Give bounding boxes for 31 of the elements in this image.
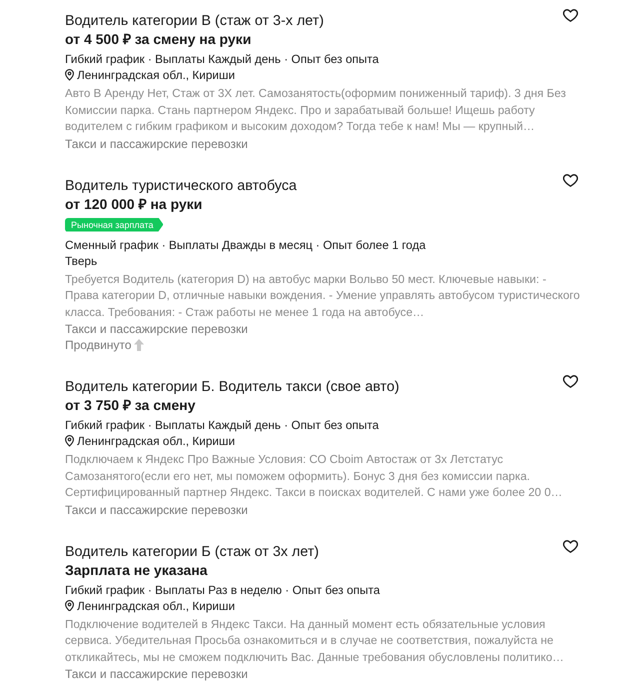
vacancy-description: Подключаем к Яндекс Про Важные Условия: СО Сbоim Автостаж от 3х Летстатус Самозанятого(если его нет, мы поможем оформить). Бонус 3 дня без комиссии парка. Сертифицированный партнер Яндекс. Такси в поисках водителей. С нами уже более 20 0…	[65, 452, 564, 501]
vacancy-description: Требуется Водитель (категория D) на автобус марки Вольво 50 мест. Ключевые навыки: - Права категории D, отличные навыки вождения. - Умение управлять автобусом туристического класса. Требования: - Стаж работы не менее 1 года на автобусе…	[65, 272, 581, 320]
category-text: Такси и пассажирские перевозки	[65, 321, 249, 337]
job-conditions: Гибкий график · Выплаты Каждый день · Опыт без опыта	[65, 51, 380, 67]
salary-text: от 4 500 ₽ за смену на руки	[65, 30, 252, 48]
vacancy-title[interactable]: Водитель туристического автобуса	[65, 176, 297, 194]
vacancy-title[interactable]: Водитель категории Б. Водитель такси (свое авто)	[65, 378, 400, 396]
job-conditions: Сменный график · Выплаты Дважды в месяц · Опыт более 1 года	[65, 236, 427, 252]
job-conditions: Гибкий график · Выплаты Раз в неделю · Опыт без опыта	[65, 582, 381, 598]
location-text: Ленинградская обл., Кириши	[77, 433, 235, 449]
salary-tag: Рыночная зарплата	[65, 218, 164, 232]
location-text: Ленинградская обл., Кириши	[77, 67, 235, 83]
salary-text: Зарплата не указана	[65, 560, 208, 578]
vacancy-description: Авто В Аренду Нет, Стаж от 3Х лет. Самозанятость(оформим пониженный тариф). 3 дня Без Комиссии парка. Стань партнером Яндекс. Про и зарабатывай больше! Ищешь работу водителем с гибким графиком и высоким доходом? Тогда тебе к нам! Мы — крупный…	[65, 86, 567, 135]
vacancy-description: Подключение водителей в Яндекс Такси. На данный момент есть обязательные условия сервиса. Убедительная Просьба ознакомиться и в случае не соответствия, пожалуйста не откликайтесь, мы не сможем подключить Вас. Данные требования обусловлены политико…	[65, 616, 565, 666]
salary-text: от 120 000 ₽ на руки	[65, 194, 204, 212]
vacancy-title[interactable]: Водитель категории Б (стаж от 3х лет)	[65, 542, 319, 560]
category-text: Такси и пассажирские перевозки	[65, 666, 249, 682]
heart-icon[interactable]	[563, 375, 578, 388]
heart-icon[interactable]	[563, 174, 578, 186]
heart-icon[interactable]	[563, 9, 578, 22]
job-conditions: Гибкий график · Выплаты Каждый день · Опыт без опыта	[65, 417, 380, 433]
vacancy-title[interactable]: Водитель категории В (стаж от 3-х лет)	[65, 12, 324, 30]
category-text: Такси и пассажирские перевозки	[65, 136, 249, 152]
location-text: Тверь	[65, 252, 98, 268]
category-text: Такси и пассажирские перевозки	[65, 502, 249, 518]
heart-icon[interactable]	[563, 540, 578, 552]
salary-text: от 3 750 ₽ за смену	[65, 396, 196, 414]
location-text: Ленинградская обл., Кириши	[77, 598, 235, 614]
up-arrow-icon	[134, 339, 144, 351]
promoted-label: Продвинуто	[65, 337, 132, 353]
